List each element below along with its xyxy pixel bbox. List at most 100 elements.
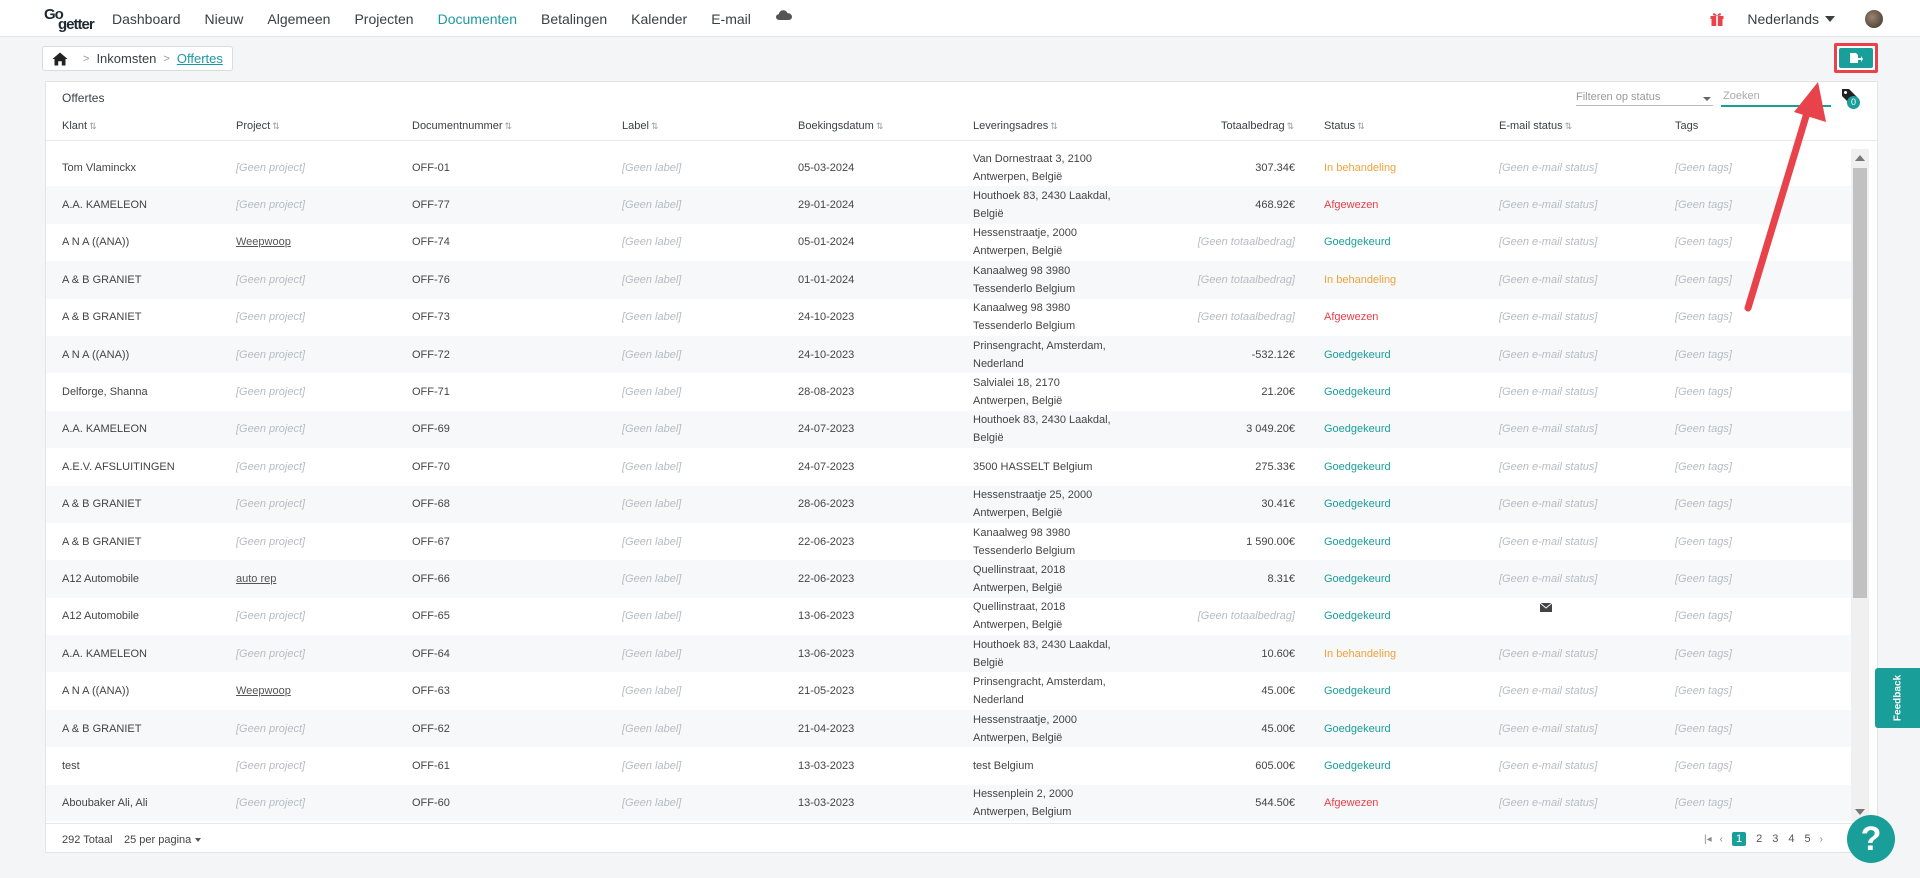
column-header-email-status[interactable]: E-mail status ⇅ bbox=[1499, 120, 1572, 132]
column-label: Label bbox=[622, 120, 649, 132]
nav-item-email[interactable]: E-mail bbox=[711, 11, 751, 27]
cell-project[interactable]: Weepwoop bbox=[236, 236, 291, 248]
first-page-icon[interactable]: |◂ bbox=[1704, 834, 1712, 845]
column-header-documentnummer[interactable]: Documentnummer ⇅ bbox=[412, 120, 512, 132]
cell-label: [Geen label] bbox=[622, 797, 682, 810]
table-row[interactable]: A12 Automobile [Geen project] OFF-65 [Geen … bbox=[46, 598, 1851, 635]
per-page-selector[interactable]: 25 per pagina bbox=[124, 834, 202, 846]
page-5[interactable]: 5 bbox=[1804, 833, 1810, 845]
column-header-status[interactable]: Status ⇅ bbox=[1324, 120, 1365, 132]
cell-email-status: [Geen e-mail status] bbox=[1499, 348, 1598, 361]
column-header-totaalbedrag[interactable]: Totaalbedrag ⇅ bbox=[1221, 120, 1294, 132]
help-button[interactable]: ? bbox=[1847, 815, 1895, 863]
cell-status: Goedgekeurd bbox=[1324, 759, 1391, 772]
feedback-tab[interactable]: Feedback bbox=[1875, 668, 1920, 728]
home-icon[interactable] bbox=[52, 52, 68, 66]
sort-icon: ⇅ bbox=[89, 121, 97, 131]
mail-icon[interactable] bbox=[1539, 602, 1553, 615]
column-header-project[interactable]: Project ⇅ bbox=[236, 120, 280, 132]
table-row[interactable]: A & B GRANIET [Geen project] OFF-62 [Geen l… bbox=[46, 709, 1851, 748]
cell-totaalbedrag: [Geen totaalbedrag] bbox=[1197, 311, 1295, 324]
breadcrumb-offertes[interactable]: Offertes bbox=[177, 51, 223, 66]
table-row[interactable]: test [Geen project] OFF-61 [Geen label] 13-0… bbox=[46, 747, 1851, 784]
table-row[interactable]: Delforge, Shanna [Geen project] OFF-71 [Gee… bbox=[46, 373, 1851, 410]
page-3[interactable]: 3 bbox=[1772, 833, 1778, 845]
page-2[interactable]: 2 bbox=[1756, 833, 1762, 845]
table-row[interactable]: A & B GRANIET [Geen project] OFF-73 [Geen l… bbox=[46, 299, 1851, 336]
sort-icon: ⇅ bbox=[504, 121, 513, 131]
cell-klant: A & B GRANIET bbox=[62, 535, 142, 548]
vertical-scrollbar[interactable] bbox=[1851, 149, 1869, 821]
table-row[interactable]: A.A. KAMELEON [Geen project] OFF-69 [Geen l… bbox=[46, 410, 1851, 449]
cell-boekingsdatum: 24-07-2023 bbox=[798, 460, 855, 473]
language-selector[interactable]: Nederlands bbox=[1747, 11, 1835, 27]
sort-icon: ⇅ bbox=[272, 121, 280, 131]
address-line-1: Kanaalweg 98 3980 bbox=[973, 526, 1071, 539]
nav-item-nieuw[interactable]: Nieuw bbox=[205, 11, 244, 27]
status-filter-dropdown[interactable]: Filteren op status bbox=[1576, 88, 1713, 106]
column-header-leveringsadres[interactable]: Leveringsadres ⇅ bbox=[973, 120, 1058, 132]
cell-klant: A N A ((ANA)) bbox=[62, 348, 130, 361]
nav-item-betalingen[interactable]: Betalingen bbox=[541, 11, 607, 27]
prev-page-icon[interactable]: ‹ bbox=[1720, 834, 1723, 845]
scroll-down-arrow[interactable] bbox=[1855, 809, 1865, 815]
table-row[interactable]: Aboubaker Ali, Ali [Geen project] OFF-60 [G… bbox=[46, 784, 1851, 821]
table-row[interactable]: A N A ((ANA)) [Geen project] OFF-72 [Geen l… bbox=[46, 335, 1851, 374]
cell-project[interactable]: auto rep bbox=[236, 573, 276, 585]
table-row[interactable]: A N A ((ANA)) Weepwoop OFF-63 [Geen label] 2… bbox=[46, 672, 1851, 709]
column-header-klant[interactable]: Klant ⇅ bbox=[62, 120, 97, 132]
search-input[interactable] bbox=[1721, 87, 1831, 107]
cloud-icon[interactable] bbox=[775, 9, 793, 21]
cell-label: [Geen label] bbox=[622, 535, 682, 548]
table-row[interactable]: A N A ((ANA)) Weepwoop OFF-74 [Geen label] 0… bbox=[46, 224, 1851, 261]
nav-item-algemeen[interactable]: Algemeen bbox=[267, 11, 330, 27]
cell-totaalbedrag: 275.33€ bbox=[1255, 460, 1295, 473]
avatar[interactable] bbox=[1865, 9, 1883, 28]
table-row[interactable]: A.E.V. AFSLUITINGEN [Geen project] OFF-70 [… bbox=[46, 448, 1851, 485]
export-button[interactable] bbox=[1834, 43, 1878, 73]
page-1[interactable]: 1 bbox=[1731, 832, 1747, 846]
address-line-2: Antwerpen, België bbox=[973, 170, 1063, 183]
cell-documentnummer: OFF-74 bbox=[412, 236, 450, 249]
cell-boekingsdatum: 13-03-2023 bbox=[798, 797, 855, 810]
gift-icon[interactable] bbox=[1709, 11, 1725, 27]
nav-item-projecten[interactable]: Projecten bbox=[354, 11, 413, 27]
table-row[interactable]: A12 Automobile auto rep OFF-66 [Geen label]… bbox=[46, 560, 1851, 598]
table-row[interactable]: A.A. KAMELEON [Geen project] OFF-64 [Geen l… bbox=[46, 635, 1851, 673]
cell-documentnummer: OFF-70 bbox=[412, 460, 450, 473]
nav-item-documenten[interactable]: Documenten bbox=[438, 11, 517, 27]
cell-leveringsadres: Kanaalweg 98 3980 Tessenderlo Belgium bbox=[973, 524, 1113, 560]
table-row[interactable]: A & B GRANIET [Geen project] OFF-76 [Geen l… bbox=[46, 261, 1851, 299]
cell-tags: [Geen tags] bbox=[1675, 348, 1732, 361]
address-line-2: Nederland bbox=[973, 694, 1024, 707]
breadcrumb: > Inkomsten > Offertes bbox=[42, 46, 233, 71]
next-page-icon[interactable]: › bbox=[1820, 834, 1823, 845]
cell-label: [Geen label] bbox=[622, 423, 682, 436]
column-header-label[interactable]: Label ⇅ bbox=[622, 120, 658, 132]
nav-item-kalender[interactable]: Kalender bbox=[631, 11, 687, 27]
cell-status: Goedgekeurd bbox=[1324, 535, 1391, 548]
cell-tags: [Geen tags] bbox=[1675, 572, 1732, 585]
scroll-thumb[interactable] bbox=[1853, 168, 1867, 598]
gogetter-logo[interactable]: Go getter bbox=[44, 6, 102, 33]
cell-documentnummer: OFF-76 bbox=[412, 273, 450, 286]
column-header-boekingsdatum[interactable]: Boekingsdatum ⇅ bbox=[798, 120, 883, 132]
address-line-1: Hessenstraatje, 2000 bbox=[973, 227, 1077, 240]
cell-leveringsadres: Quellinstraat, 2018 Antwerpen, België bbox=[973, 598, 1113, 634]
table-row[interactable]: A & B GRANIET [Geen project] OFF-67 [Geen l… bbox=[46, 523, 1851, 560]
nav-item-dashboard[interactable]: Dashboard bbox=[112, 11, 181, 27]
table-row[interactable]: A & B GRANIET [Geen project] OFF-68 [Geen l… bbox=[46, 485, 1851, 523]
table-row[interactable]: A.A. KAMELEON [Geen project] OFF-77 [Geen l… bbox=[46, 186, 1851, 224]
cell-documentnummer: OFF-73 bbox=[412, 311, 450, 324]
cell-boekingsdatum: 28-06-2023 bbox=[798, 498, 855, 511]
cell-leveringsadres: Houthoek 83, 2430 Laakdal, België bbox=[973, 636, 1113, 672]
cell-project[interactable]: Weepwoop bbox=[236, 685, 291, 697]
sort-icon: ⇅ bbox=[1357, 121, 1365, 131]
table-row[interactable]: Tom Vlaminckx [Geen project] OFF-01 [Geen l… bbox=[46, 149, 1851, 186]
page-4[interactable]: 4 bbox=[1788, 833, 1794, 845]
breadcrumb-inkomsten[interactable]: Inkomsten bbox=[96, 51, 156, 66]
tag-count-badge: 0 bbox=[1847, 96, 1860, 109]
cell-tags: [Geen tags] bbox=[1675, 685, 1732, 698]
scroll-up-arrow[interactable] bbox=[1855, 155, 1865, 161]
address-line-1: Prinsengracht, Amsterdam, bbox=[973, 676, 1106, 689]
